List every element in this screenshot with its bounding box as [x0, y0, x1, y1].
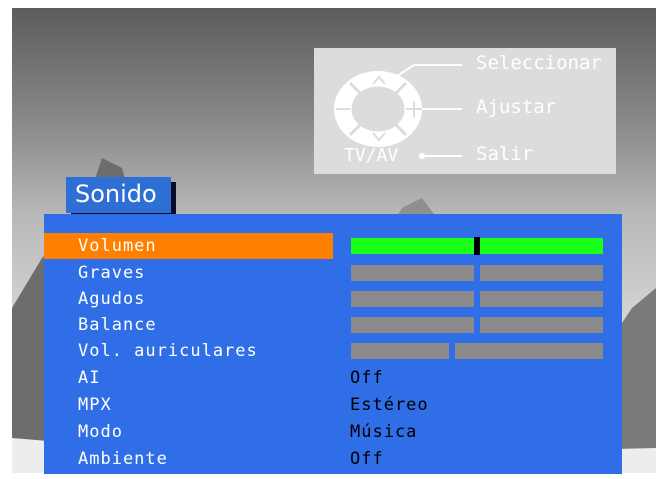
plus-icon [406, 101, 422, 117]
menu-item-volumen[interactable]: Volumen [44, 233, 622, 259]
menu-title: Sonido [66, 177, 171, 213]
menu-item-vol-auriculares[interactable]: Vol. auriculares [44, 338, 622, 364]
slider-marker[interactable] [474, 237, 480, 255]
mpx-value: Estéreo [350, 395, 429, 415]
remote-legend: Seleccionar Ajustar Salir TV/AV [314, 48, 616, 174]
ai-value: Off [350, 368, 384, 388]
menu-item-ai[interactable]: AI Off [44, 365, 622, 391]
balance-slider[interactable] [351, 317, 603, 333]
volumen-slider[interactable] [351, 237, 603, 255]
slider-segment-left [351, 343, 449, 359]
menu-item-label: MPX [78, 395, 112, 415]
slider-segment-left [351, 238, 477, 254]
menu-item-label: Vol. auriculares [78, 341, 258, 361]
menu-item-mpx[interactable]: MPX Estéreo [44, 392, 622, 418]
ambiente-value: Off [350, 449, 384, 469]
menu-item-label: Volumen [78, 236, 157, 256]
slider-segment-left [351, 265, 474, 281]
menu-item-label: Agudos [78, 289, 146, 309]
menu-item-agudos[interactable]: Agudos [44, 286, 622, 312]
slider-segment-left [351, 291, 474, 307]
menu-item-label: AI [78, 368, 101, 388]
slider-segment-right [477, 238, 603, 254]
select-label: Seleccionar [476, 52, 602, 74]
graves-slider[interactable] [351, 265, 603, 281]
slider-segment-right [480, 265, 603, 281]
minus-icon [336, 108, 350, 110]
menu-item-label: Balance [78, 315, 157, 335]
modo-value: Música [350, 422, 418, 442]
menu-item-graves[interactable]: Graves [44, 260, 622, 286]
menu-item-modo[interactable]: Modo Música [44, 419, 622, 445]
menu-item-label: Graves [78, 263, 146, 283]
slider-segment-left [351, 317, 474, 333]
sound-menu: Volumen Graves Agudos Balance Vol. auric… [44, 214, 622, 474]
slider-segment-right [480, 317, 603, 333]
exit-label: Salir [476, 143, 534, 165]
chevron-up-icon [372, 75, 386, 85]
slider-segment-right [455, 343, 603, 359]
menu-item-label: Modo [78, 422, 123, 442]
chevron-down-icon [372, 132, 386, 142]
adjust-label: Ajustar [476, 96, 557, 118]
tv-av-label: TV/AV [344, 145, 399, 166]
menu-item-balance[interactable]: Balance [44, 312, 622, 338]
menu-item-ambiente[interactable]: Ambiente Off [44, 446, 622, 472]
menu-item-label: Ambiente [78, 449, 168, 469]
agudos-slider[interactable] [351, 291, 603, 307]
slider-segment-right [480, 291, 603, 307]
vol-auriculares-slider[interactable] [351, 343, 603, 359]
